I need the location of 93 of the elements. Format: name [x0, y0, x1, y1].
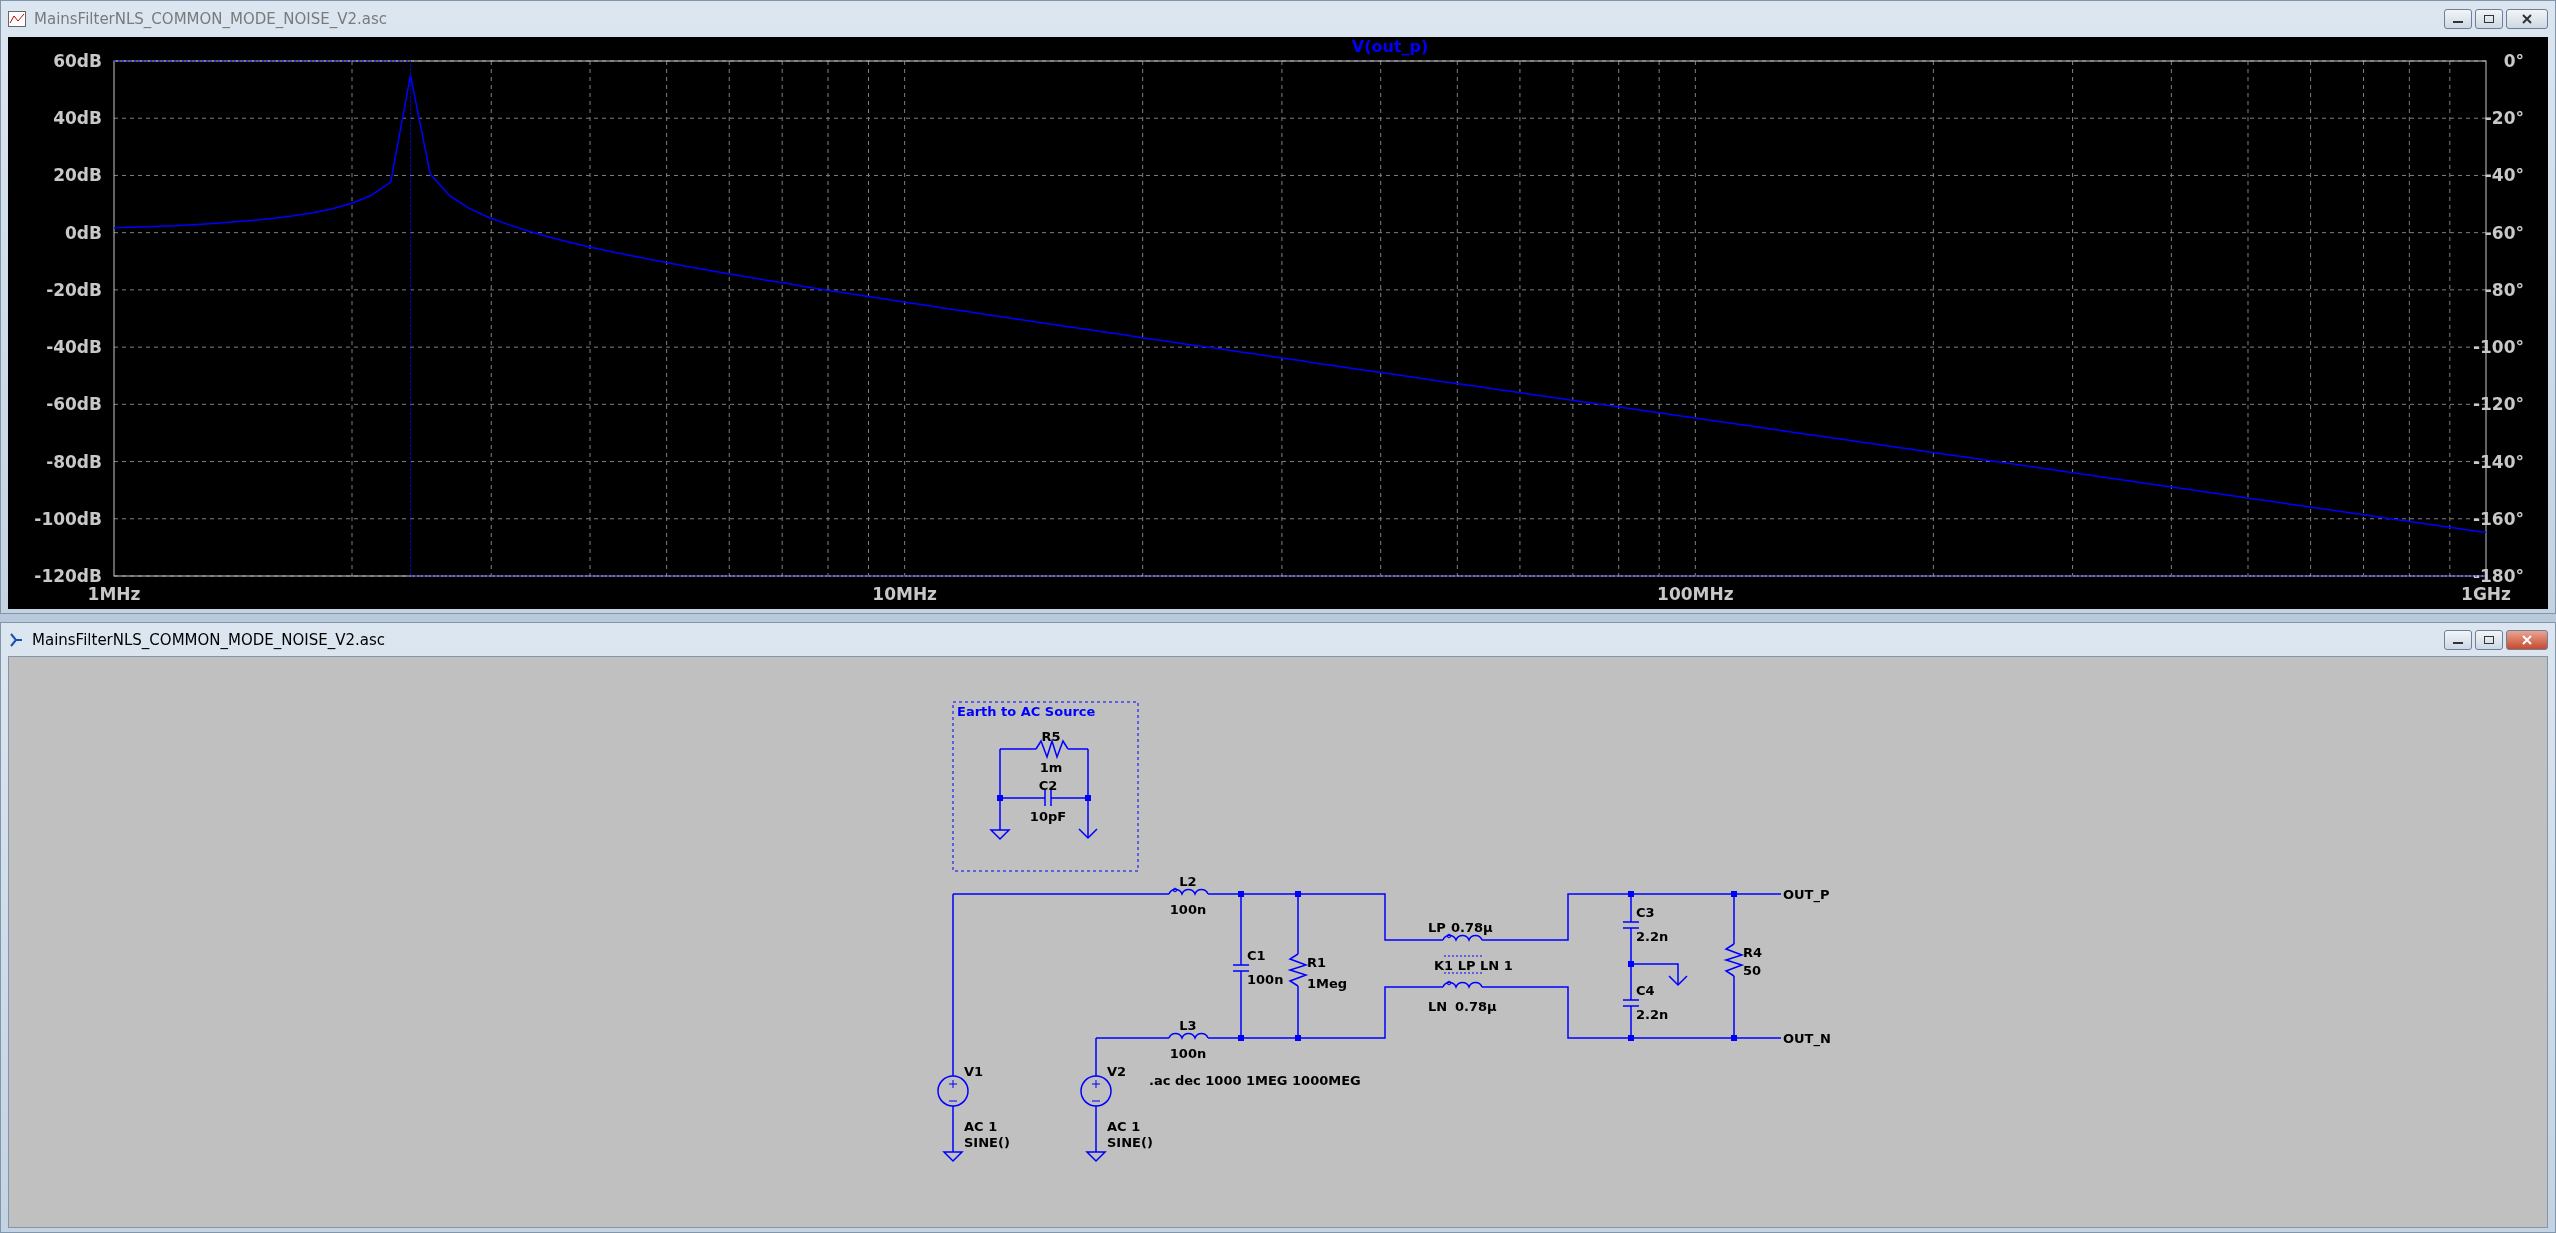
inductor-symbol[interactable] [1442, 933, 1484, 941]
component-value: 10pF [1029, 809, 1067, 824]
component-value: 100n [1169, 1046, 1207, 1061]
maximize-button[interactable] [2475, 629, 2503, 650]
component-name: R5 [1041, 729, 1061, 744]
capacitor-symbol[interactable] [1622, 921, 1640, 929]
group-label: Earth to AC Source [957, 704, 1096, 719]
coupling-directive: K1 LP LN 1 [1434, 958, 1513, 973]
window-title: MainsFilterNLS_COMMON_MODE_NOISE_V2.asc [32, 630, 387, 649]
component-value: 100n [1247, 972, 1284, 987]
component-value: AC 1 [964, 1119, 998, 1134]
component-value: 0.78µ [1455, 999, 1497, 1014]
phase-tick-label: -40° [2484, 165, 2524, 186]
capacitor-symbol[interactable] [1622, 999, 1640, 1007]
y-tick-label: 20dB [53, 165, 102, 186]
x-tick-label: 1MHz [87, 584, 141, 604]
coupling-line [1443, 955, 1484, 957]
maximize-button[interactable] [2475, 9, 2503, 29]
y-tick-label: 60dB [53, 51, 102, 71]
component-name: R1 [1307, 955, 1327, 970]
component-name: C2 [1038, 778, 1058, 793]
capacitor-symbol[interactable] [1232, 964, 1250, 972]
minimize-button[interactable] [2444, 9, 2472, 29]
inductor-symbol[interactable] [1168, 887, 1210, 895]
ground-icon [1085, 1151, 1107, 1163]
ground-icon [1078, 828, 1098, 840]
phase-tick-label: -80° [2484, 279, 2524, 300]
net-label: OUT_P [1783, 887, 1830, 902]
component-name: V2 [1107, 1064, 1127, 1079]
component-value: 1m [1039, 760, 1063, 775]
component-value: 50 [1743, 963, 1762, 978]
component-name: C3 [1636, 905, 1655, 920]
resistor-symbol[interactable] [1287, 953, 1309, 987]
phase-tick-label: -180° [2472, 566, 2524, 586]
minimize-button[interactable] [2444, 629, 2472, 650]
x-tick-label: 10MHz [872, 584, 937, 604]
phase-tick-label: -100° [2472, 337, 2524, 358]
simulation-directive: .ac dec 1000 1MEG 1000MEG [1149, 1073, 1361, 1088]
phase-tick-label: -160° [2472, 508, 2524, 529]
plot-window-icon [8, 11, 26, 27]
inductor-symbol[interactable] [1442, 980, 1484, 988]
y-tick-label: -100dB [34, 508, 102, 529]
voltage-source-symbol[interactable] [937, 1075, 969, 1107]
y-tick-label: 0dB [65, 222, 102, 243]
component-name: L2 [1179, 874, 1197, 889]
component-name: L3 [1179, 1018, 1197, 1033]
component-value: 100n [1169, 902, 1207, 917]
component-name: LN [1428, 999, 1448, 1014]
component-value: 0.78µ [1451, 920, 1493, 935]
component-value: AC 1 [1107, 1119, 1141, 1134]
component-value: 1Meg [1307, 976, 1348, 991]
y-tick-label: -80dB [46, 451, 102, 472]
component-name: C1 [1247, 948, 1266, 963]
y-tick-label: -120dB [34, 566, 102, 586]
phase-tick-label: -60° [2484, 222, 2524, 243]
window-title: MainsFilterNLS_COMMON_MODE_NOISE_V2.asc [34, 10, 389, 28]
minimize-icon [2453, 21, 2463, 23]
voltage-source-symbol[interactable] [1080, 1075, 1112, 1107]
phase-tick-label: -140° [2472, 451, 2524, 472]
net-label: OUT_N [1783, 1031, 1831, 1046]
phase-tick-label: 0° [2503, 51, 2524, 71]
phase-tick-label: -120° [2472, 394, 2524, 415]
component-name: V1 [964, 1064, 984, 1079]
ground-icon [989, 829, 1011, 841]
y-tick-label: -60dB [46, 394, 102, 415]
component-value: 2.2n [1636, 1007, 1669, 1022]
ground-icon [942, 1151, 964, 1163]
schematic-window-icon [8, 631, 24, 648]
maximize-icon [2484, 15, 2494, 23]
coupling-line [1443, 972, 1484, 974]
trace-label[interactable]: V(out_p) [1351, 37, 1429, 56]
inductor-symbol[interactable] [1168, 1032, 1210, 1039]
maximize-icon [2484, 635, 2494, 644]
phase-tick-label: -20° [2484, 108, 2524, 129]
component-value: SINE() [1107, 1135, 1153, 1150]
y-tick-label: 40dB [53, 108, 102, 129]
resistor-symbol[interactable] [1723, 943, 1745, 977]
component-name: C4 [1636, 983, 1655, 998]
y-tick-label: -20dB [46, 279, 102, 300]
close-icon [2522, 14, 2532, 24]
component-name: LP [1428, 920, 1446, 935]
ground-icon [1668, 975, 1688, 987]
x-tick-label: 1GHz [2461, 584, 2511, 604]
component-value: SINE() [964, 1135, 1010, 1150]
component-value: 2.2n [1636, 929, 1669, 944]
capacitor-symbol[interactable] [1044, 789, 1052, 807]
close-button[interactable] [2506, 629, 2548, 650]
close-icon [2522, 634, 2532, 645]
minimize-icon [2453, 641, 2463, 644]
y-tick-label: -40dB [46, 337, 102, 358]
x-tick-label: 100MHz [1657, 584, 1734, 604]
component-name: R4 [1743, 945, 1763, 960]
close-button[interactable] [2506, 9, 2548, 29]
